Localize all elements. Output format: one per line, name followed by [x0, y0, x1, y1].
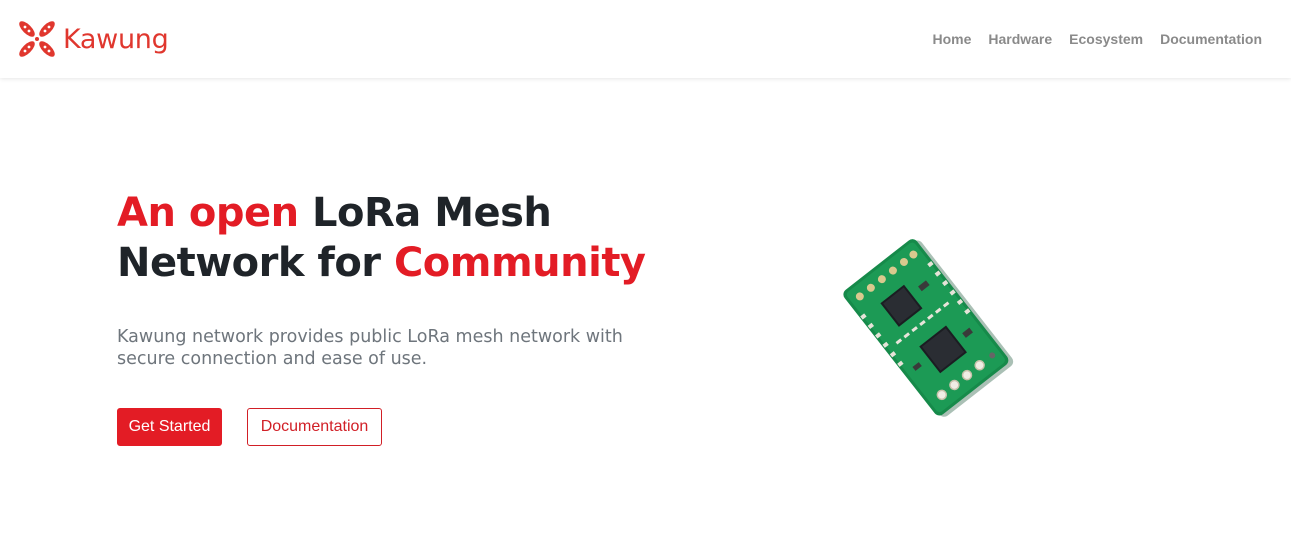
- main-nav: Home Hardware Ecosystem Documentation: [932, 31, 1262, 47]
- kawung-logo-icon: [19, 21, 55, 57]
- nav-home[interactable]: Home: [932, 31, 971, 47]
- nav-hardware[interactable]: Hardware: [988, 31, 1052, 47]
- hero-title-accent-community: Community: [393, 240, 646, 286]
- navbar: Kawung Home Hardware Ecosystem Documenta…: [0, 0, 1291, 78]
- brand-name: Kawung: [63, 23, 169, 55]
- hero-title: An open LoRa Mesh Network for Community: [117, 188, 677, 288]
- get-started-button[interactable]: Get Started: [117, 408, 222, 446]
- hero-description: Kawung network provides public LoRa mesh…: [117, 327, 623, 369]
- hero-title-accent-open: An open: [117, 190, 299, 236]
- documentation-button[interactable]: Documentation: [247, 408, 382, 446]
- nav-documentation[interactable]: Documentation: [1160, 31, 1262, 47]
- nav-ecosystem[interactable]: Ecosystem: [1069, 31, 1143, 47]
- brand-logo-link[interactable]: Kawung: [17, 19, 169, 59]
- lora-module-board-image: [843, 239, 1014, 417]
